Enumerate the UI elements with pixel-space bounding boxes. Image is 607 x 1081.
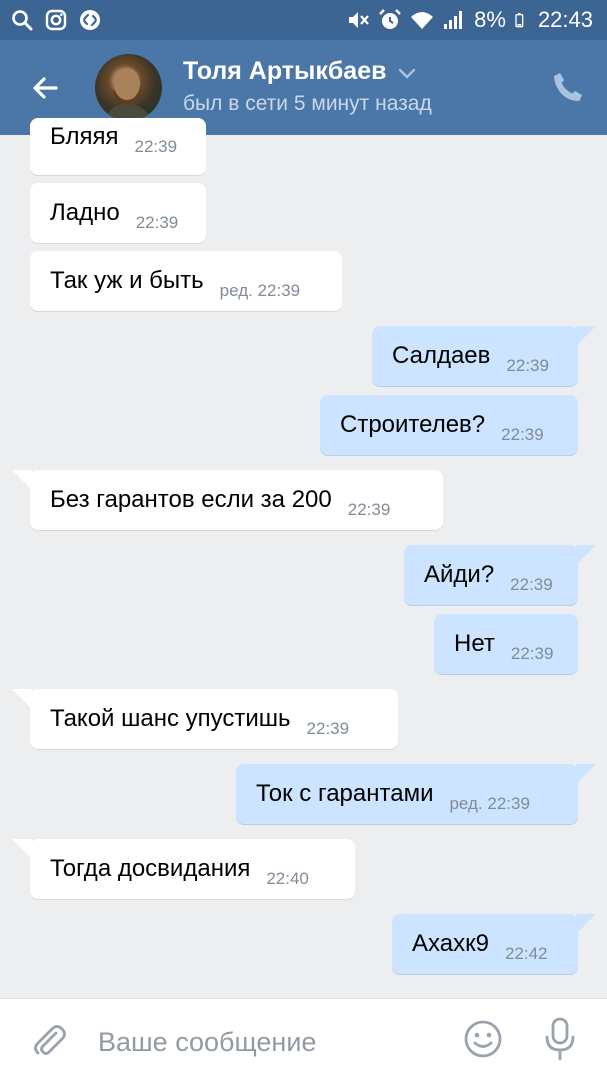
bubble-tail: [576, 764, 596, 784]
status-bar: 8% 22:43: [0, 0, 607, 40]
message-time: 22:39: [510, 644, 554, 663]
message-input[interactable]: [96, 1021, 440, 1063]
battery-icon: [515, 13, 524, 28]
bubble-tail: [576, 545, 596, 565]
message-text: Нет: [454, 630, 495, 657]
message-text: Тогда досвидания: [50, 855, 251, 882]
message-text: Такой шанс упустишь: [50, 705, 291, 732]
mute-icon: [349, 12, 369, 28]
message-bubble[interactable]: Бляяя 22:39: [30, 118, 206, 175]
message-text: Ладно: [50, 199, 120, 226]
wifi-icon: [411, 12, 434, 29]
message-time: 22:39: [306, 719, 350, 738]
message-text: Бляяя: [50, 122, 119, 150]
alarm-icon: [379, 9, 401, 29]
chevron-down-icon[interactable]: [396, 62, 418, 84]
message-time: 22:39: [506, 356, 549, 375]
bubble-tail: [576, 914, 596, 934]
message-bubble[interactable]: Ахахк9 22:42: [392, 914, 578, 974]
message-time: ред. 22:39: [219, 281, 301, 300]
bubble-tail: [12, 470, 32, 490]
microphone-icon[interactable]: [544, 1017, 576, 1061]
avatar[interactable]: [95, 54, 162, 121]
message-text: Без гарантов если за 200: [50, 486, 332, 513]
clock: 22:43: [537, 7, 593, 32]
message-bubble[interactable]: Салдаев 22:39: [372, 326, 578, 386]
message-bubble[interactable]: Строителев? 22:39: [320, 395, 578, 455]
bubble-tail: [12, 839, 32, 859]
message-bubble[interactable]: Айди? 22:39: [404, 545, 578, 605]
message-composer: [0, 998, 607, 1081]
instagram-icon: [45, 9, 67, 31]
contact-status: был в сети 5 минут назад: [183, 92, 432, 115]
paperclip-icon[interactable]: [30, 1019, 68, 1059]
message-time: 22:39: [135, 213, 179, 232]
message-time: 22:42: [504, 944, 548, 963]
message-time: 22:39: [134, 136, 178, 156]
arrow-left-icon[interactable]: [26, 68, 66, 108]
message-bubble[interactable]: Такой шанс упустишь 22:39: [30, 689, 398, 749]
battery-percent: 8%: [474, 7, 506, 32]
message-time: 22:39: [510, 575, 553, 594]
message-bubble[interactable]: Нет 22:39: [434, 614, 578, 674]
message-text: Строителев?: [340, 411, 486, 438]
message-bubble[interactable]: Без гарантов если за 200 22:39: [30, 470, 443, 530]
message-bubble[interactable]: Так уж и быть ред. 22:39: [30, 251, 342, 311]
bubble-tail: [12, 689, 32, 709]
message-bubble[interactable]: Ток с гарантами ред. 22:39: [236, 764, 578, 824]
message-bubble[interactable]: Ладно 22:39: [30, 183, 206, 243]
message-time: ред. 22:39: [449, 794, 530, 813]
message-time: 22:39: [501, 425, 544, 444]
bubble-tail: [576, 326, 596, 346]
shazam-icon: [80, 10, 100, 30]
message-time: 22:40: [266, 869, 309, 888]
message-time: 22:39: [347, 500, 391, 519]
message-text: Ток с гарантами: [256, 780, 434, 807]
message-text: Так уж и быть: [50, 267, 204, 294]
message-text: Айди?: [424, 561, 495, 588]
contact-name[interactable]: Толя Артыкбаев: [183, 57, 386, 86]
message-bubble[interactable]: Тогда досвидания 22:40: [30, 839, 355, 899]
phone-icon[interactable]: [551, 70, 585, 104]
message-text: Ахахк9: [412, 930, 489, 957]
search-icon: [12, 10, 33, 31]
message-text: Салдаев: [392, 342, 491, 369]
smile-icon[interactable]: [463, 1019, 503, 1059]
signal-icon: [444, 11, 463, 29]
